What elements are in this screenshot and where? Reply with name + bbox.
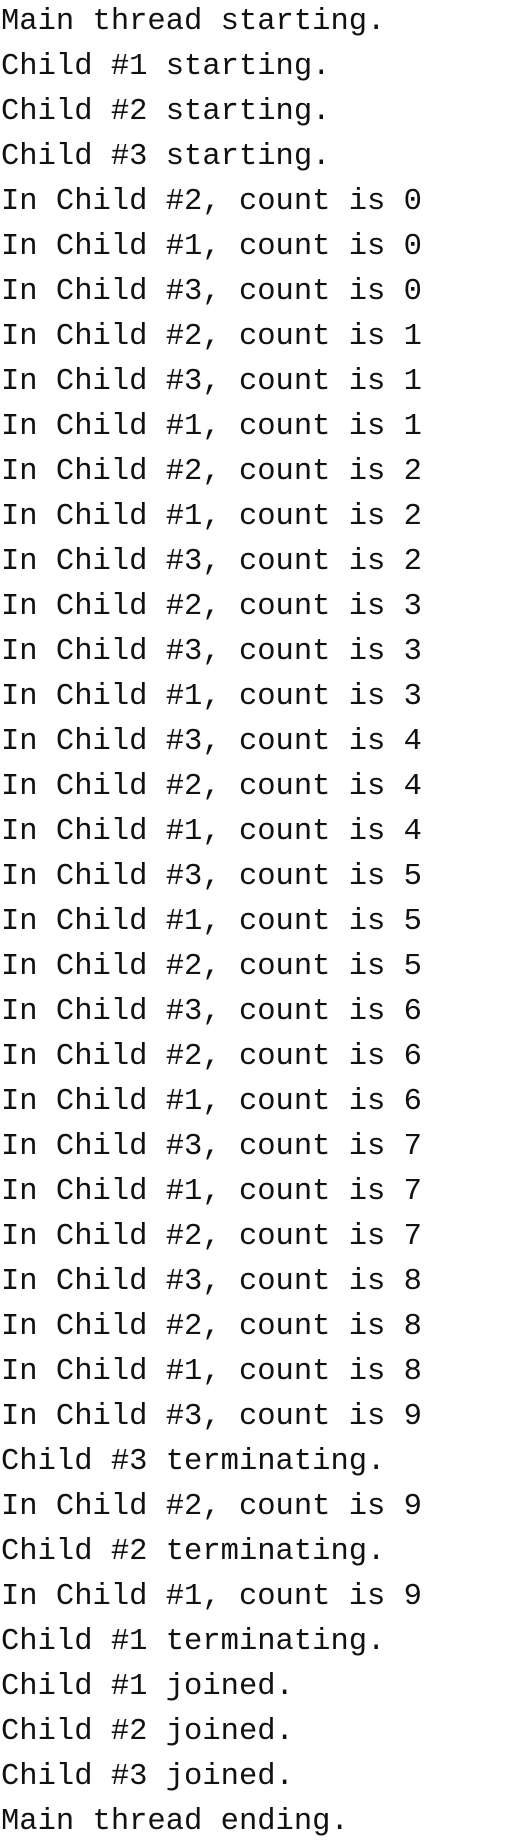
output-line: Child #3 joined. (1, 1760, 294, 1794)
output-line: In Child #1, count is 0 (1, 230, 422, 264)
output-line: Child #3 starting. (1, 140, 331, 174)
output-line: In Child #3, count is 5 (1, 860, 422, 894)
console-output: Main thread starting. Child #1 starting.… (0, 0, 514, 1839)
output-line: In Child #3, count is 8 (1, 1265, 422, 1299)
output-line: Child #2 terminating. (1, 1535, 386, 1569)
output-line: In Child #1, count is 8 (1, 1355, 422, 1389)
output-line: In Child #2, count is 1 (1, 320, 422, 354)
output-line: In Child #1, count is 6 (1, 1085, 422, 1119)
output-line: Child #1 terminating. (1, 1625, 386, 1659)
output-line: In Child #2, count is 9 (1, 1490, 422, 1524)
output-line: In Child #1, count is 7 (1, 1175, 422, 1209)
output-line: In Child #3, count is 1 (1, 365, 422, 399)
output-line: Child #3 terminating. (1, 1445, 386, 1479)
output-line: In Child #2, count is 3 (1, 590, 422, 624)
output-line: In Child #2, count is 0 (1, 185, 422, 219)
output-line: Child #1 starting. (1, 50, 331, 84)
output-line: Main thread starting. (1, 5, 386, 39)
output-line: In Child #3, count is 2 (1, 545, 422, 579)
output-line: In Child #3, count is 9 (1, 1400, 422, 1434)
output-line: In Child #1, count is 1 (1, 410, 422, 444)
output-line: In Child #1, count is 2 (1, 500, 422, 534)
output-line: In Child #1, count is 5 (1, 905, 422, 939)
output-line: Main thread ending. (1, 1805, 349, 1839)
output-line: In Child #3, count is 0 (1, 275, 422, 309)
output-line: In Child #2, count is 2 (1, 455, 422, 489)
output-line: Child #1 joined. (1, 1670, 294, 1704)
output-line: In Child #2, count is 7 (1, 1220, 422, 1254)
output-line: Child #2 starting. (1, 95, 331, 129)
output-line: Child #2 joined. (1, 1715, 294, 1749)
output-line: In Child #2, count is 6 (1, 1040, 422, 1074)
output-line: In Child #2, count is 5 (1, 950, 422, 984)
output-line: In Child #1, count is 3 (1, 680, 422, 714)
output-line: In Child #3, count is 4 (1, 725, 422, 759)
output-line: In Child #3, count is 7 (1, 1130, 422, 1164)
output-line: In Child #3, count is 3 (1, 635, 422, 669)
output-line: In Child #2, count is 4 (1, 770, 422, 804)
output-line: In Child #1, count is 4 (1, 815, 422, 849)
output-line: In Child #2, count is 8 (1, 1310, 422, 1344)
output-line: In Child #3, count is 6 (1, 995, 422, 1029)
output-line: In Child #1, count is 9 (1, 1580, 422, 1614)
